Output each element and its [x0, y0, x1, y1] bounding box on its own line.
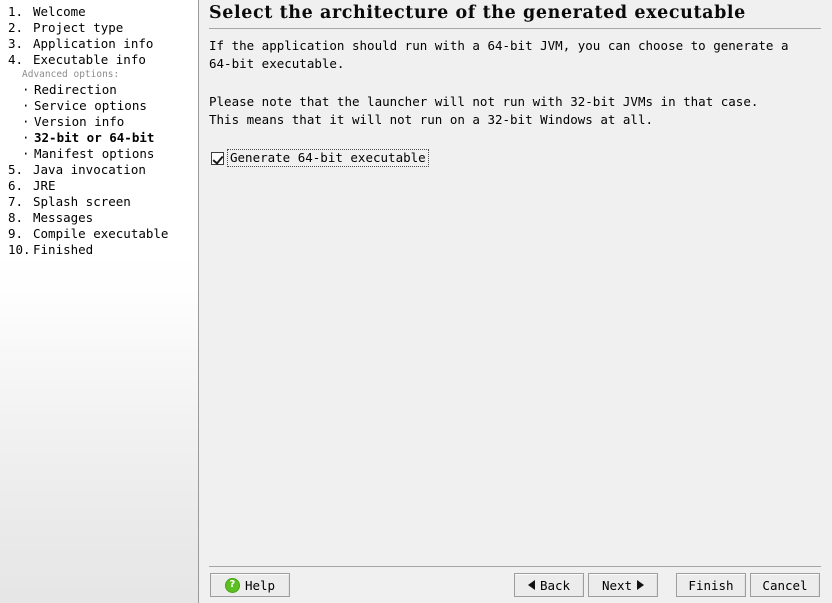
sidebar-step-project-type[interactable]: 2. Project type: [0, 20, 198, 36]
help-icon: ?: [224, 577, 240, 593]
cancel-button-label: Cancel: [762, 577, 808, 593]
bullet-icon: ·: [22, 82, 30, 97]
help-button[interactable]: ? Help: [210, 573, 290, 597]
step-label: Compile executable: [33, 226, 169, 241]
step-number: 7.: [8, 194, 24, 209]
step-number: 6.: [8, 178, 24, 193]
step-label: JRE: [33, 178, 56, 193]
sidebar-substep-manifest-options[interactable]: · Manifest options: [0, 146, 198, 162]
next-button-label: Next: [601, 577, 633, 593]
step-label: Executable info: [33, 52, 146, 67]
bullet-icon: ·: [22, 146, 30, 161]
step-number: 1.: [8, 4, 24, 19]
step-number: 8.: [8, 210, 24, 225]
bullet-icon: ·: [22, 98, 30, 113]
substep-label: Manifest options: [34, 146, 155, 161]
sidebar-step-messages[interactable]: 8. Messages: [0, 210, 198, 226]
sidebar-step-finished[interactable]: 10. Finished: [0, 242, 198, 258]
step-number: 10.: [8, 242, 31, 257]
bullet-icon: ·: [22, 114, 30, 129]
bullet-icon: ·: [22, 130, 30, 145]
step-label: Welcome: [33, 4, 86, 19]
sidebar-substep-redirection[interactable]: · Redirection: [0, 82, 198, 98]
wizard-step-list: 1. Welcome 2. Project type 3. Application i…: [0, 0, 198, 258]
generate-64bit-executable-row[interactable]: Generate 64-bit executable: [211, 149, 822, 167]
generate-64bit-executable-checkbox[interactable]: [211, 151, 224, 165]
step-label: Finished: [33, 242, 94, 257]
sidebar-substep-32-bit-or-64-bit[interactable]: · 32-bit or 64-bit: [0, 130, 198, 146]
step-label: Application info: [33, 36, 154, 51]
step-label: Project type: [33, 20, 124, 35]
sidebar-substep-service-options[interactable]: · Service options: [0, 98, 198, 114]
back-button[interactable]: Back: [514, 573, 584, 597]
main-content-panel: Select the architecture of the generated…: [199, 0, 832, 603]
sidebar-step-splash-screen[interactable]: 7. Splash screen: [0, 194, 198, 210]
back-button-label: Back: [539, 577, 571, 593]
page-body: If the application should run with a 64-…: [208, 29, 822, 566]
sidebar-step-jre[interactable]: 6. JRE: [0, 178, 198, 194]
chevron-right-icon: [637, 580, 645, 590]
step-number: 5.: [8, 162, 24, 177]
substep-label: Service options: [34, 98, 147, 113]
sidebar-step-application-info[interactable]: 3. Application info: [0, 36, 198, 52]
advanced-options-heading: Advanced options:: [22, 69, 120, 80]
substep-label: 32-bit or 64-bit: [34, 130, 155, 145]
exe4j-wizard-window: 1. Welcome 2. Project type 3. Application i…: [0, 0, 832, 603]
sidebar-substep-version-info[interactable]: · Version info: [0, 114, 198, 130]
finish-button-label: Finish: [688, 577, 734, 593]
step-label: Splash screen: [33, 194, 131, 209]
description-paragraph-2: Please note that the launcher will not r…: [209, 94, 759, 127]
substep-label: Version info: [34, 114, 125, 129]
chevron-left-icon: [527, 580, 535, 590]
wizard-step-sidebar: 1. Welcome 2. Project type 3. Application i…: [0, 0, 199, 603]
step-number: 2.: [8, 20, 24, 35]
description-paragraph-1: If the application should run with a 64-…: [209, 38, 789, 71]
next-button[interactable]: Next: [588, 573, 658, 597]
substep-label: Redirection: [34, 82, 117, 97]
step-number: 3.: [8, 36, 24, 51]
step-label: Java invocation: [33, 162, 146, 177]
help-button-label: Help: [244, 577, 276, 593]
wizard-button-bar: ? Help Back Next Finish Cancel: [208, 567, 822, 603]
sidebar-step-welcome[interactable]: 1. Welcome: [0, 4, 198, 20]
cancel-button[interactable]: Cancel: [750, 573, 820, 597]
nav-button-group: Back Next: [514, 573, 658, 597]
finish-button[interactable]: Finish: [676, 573, 746, 597]
step-number: 9.: [8, 226, 24, 241]
page-title: Select the architecture of the generated…: [209, 3, 746, 23]
finish-button-group: Finish Cancel: [676, 573, 820, 597]
generate-64bit-executable-label[interactable]: Generate 64-bit executable: [227, 149, 429, 167]
sidebar-step-compile-executable[interactable]: 9. Compile executable: [0, 226, 198, 242]
step-number: 4.: [8, 52, 24, 67]
step-label: Messages: [33, 210, 94, 225]
sidebar-step-executable-info[interactable]: 4. Executable info: [0, 52, 198, 68]
sidebar-step-java-invocation[interactable]: 5. Java invocation: [0, 162, 198, 178]
